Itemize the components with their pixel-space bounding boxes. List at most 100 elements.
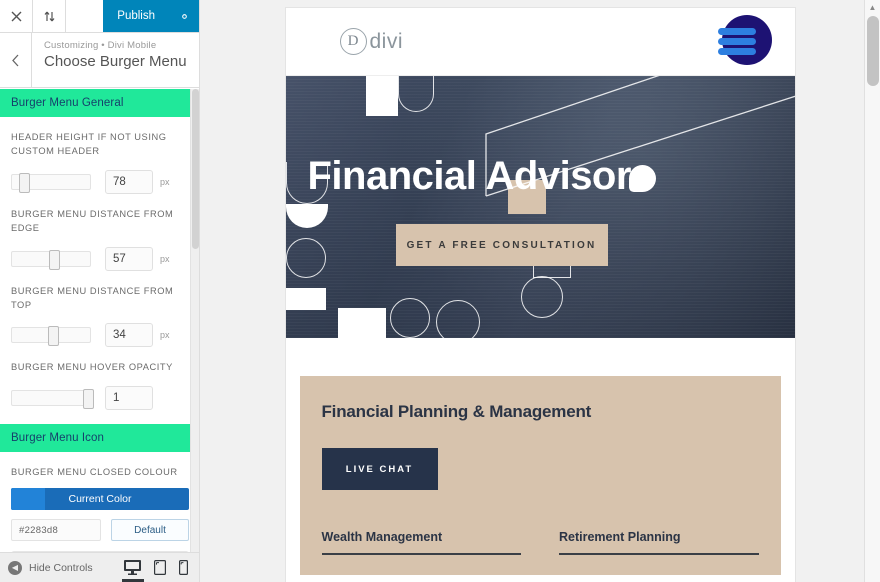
decor-block: [337, 308, 386, 338]
control-closed-colour: BURGER MENU CLOSED COLOUR Current Color …: [0, 452, 199, 552]
range-slider-distance-edge[interactable]: [11, 249, 91, 270]
hide-controls-label: Hide Controls: [29, 561, 93, 574]
sidebar-scrollbar-thumb[interactable]: [192, 89, 199, 249]
site-header: D divi: [285, 8, 795, 76]
publish-button[interactable]: Publish: [103, 0, 169, 32]
close-icon[interactable]: [0, 0, 33, 32]
section-spacer: [285, 338, 795, 376]
unit-label: px: [160, 176, 170, 187]
decor-circle: [435, 300, 480, 338]
hex-input[interactable]: #2283d8: [11, 519, 101, 542]
slider-handle[interactable]: [19, 172, 31, 193]
decor-circle: [285, 238, 326, 278]
site-logo[interactable]: D divi: [339, 28, 404, 55]
control-label: BURGER MENU DISTANCE FROM EDGE: [11, 208, 174, 234]
section-header-icon[interactable]: Burger Menu Icon: [0, 423, 199, 452]
control-label: BURGER MENU DISTANCE FROM TOP: [11, 285, 174, 311]
decor-arch: [397, 76, 434, 112]
burger-bar: [717, 37, 756, 45]
sidebar-scroll-content: Burger Menu General HEADER HEIGHT IF NOT…: [0, 89, 199, 552]
hero-cta-button[interactable]: GET A FREE CONSULTATION: [395, 224, 608, 266]
slider-handle[interactable]: [49, 249, 61, 270]
number-input-distance-top[interactable]: 34: [105, 323, 153, 348]
device-preview-switcher: [121, 560, 192, 582]
hide-controls-button[interactable]: ◀ Hide Controls: [8, 560, 93, 575]
services-section: Financial Planning & Management LIVE CHA…: [299, 376, 781, 575]
service-column: Retirement Planning: [559, 530, 759, 555]
mobile-icon[interactable]: [179, 560, 188, 575]
site-preview-area: D divi Financial Advisor GET A FREE CONS…: [200, 0, 880, 582]
live-chat-button[interactable]: LIVE CHAT: [321, 448, 438, 490]
breadcrumb: Customizing • Divi Mobile: [44, 40, 157, 51]
range-slider-header-height[interactable]: [11, 172, 91, 193]
sidebar-scrollbar[interactable]: [190, 89, 199, 552]
number-input-header-height[interactable]: 78: [105, 169, 153, 194]
control-hover-opacity: BURGER MENU HOVER OPACITY 1: [0, 347, 199, 410]
number-input-hover-opacity[interactable]: 1: [105, 385, 153, 410]
desktop-icon[interactable]: [121, 560, 144, 582]
site-frame: D divi Financial Advisor GET A FREE CONS…: [285, 8, 795, 582]
slider-row: 78 px: [11, 169, 189, 194]
slider-handle[interactable]: [47, 326, 59, 347]
burger-bar: [717, 27, 756, 35]
control-label: HEADER HEIGHT IF NOT USING CUSTOM HEADER: [11, 132, 167, 157]
default-color-button[interactable]: Default: [111, 519, 189, 542]
customizer-app: Publish Customizing • Divi Mobile Choose…: [0, 0, 880, 582]
dot-s-glyph-icon: [628, 165, 656, 192]
slider-row: 1: [11, 385, 189, 410]
page-title: Choose Burger Menu: [44, 53, 187, 70]
current-color-label: Current Color: [68, 493, 132, 506]
slider-handle[interactable]: [82, 388, 94, 409]
service-column: Wealth Management: [321, 530, 521, 555]
tablet-icon[interactable]: [154, 560, 166, 575]
sidebar-topbar: Publish: [0, 0, 199, 33]
services-columns: Wealth Management Retirement Planning: [321, 530, 759, 555]
hex-row: #2283d8 Default: [11, 519, 189, 542]
collapse-left-icon: ◀: [8, 560, 22, 575]
hero-section: Financial Advisor GET A FREE CONSULTATIO…: [285, 76, 795, 338]
service-divider: [321, 553, 521, 555]
service-divider: [559, 553, 759, 555]
publish-group: Publish: [103, 0, 199, 32]
customizer-sidebar: Publish Customizing • Divi Mobile Choose…: [0, 0, 200, 582]
unit-label: px: [160, 330, 170, 341]
control-distance-from-top: BURGER MENU DISTANCE FROM TOP 34 px: [0, 271, 199, 348]
unit-label: px: [160, 253, 170, 264]
burger-menu-icon[interactable]: [717, 14, 772, 69]
service-column-title: Wealth Management: [321, 530, 443, 544]
decor-circle: [520, 276, 563, 318]
section-header-general[interactable]: Burger Menu General: [0, 89, 199, 117]
logo-mark-icon: D: [339, 28, 367, 55]
gear-icon[interactable]: [169, 0, 199, 32]
control-label: BURGER MENU HOVER OPACITY: [11, 362, 173, 373]
control-label: BURGER MENU CLOSED COLOUR: [11, 466, 178, 477]
decor-circle: [389, 298, 430, 338]
current-color-button[interactable]: Current Color: [11, 488, 189, 511]
preview-scrollbar[interactable]: ▲: [864, 0, 880, 582]
services-title: Financial Planning & Management: [321, 402, 592, 421]
hero-title: Financial Advisor: [308, 154, 656, 199]
slider-row: 57 px: [11, 246, 189, 271]
control-header-height: HEADER HEIGHT IF NOT USING CUSTOM HEADER…: [0, 117, 199, 194]
sidebar-panel-header: Customizing • Divi Mobile Choose Burger …: [0, 33, 199, 88]
caret-up-icon[interactable]: ▲: [865, 0, 880, 15]
sidebar-footer: ◀ Hide Controls: [0, 552, 199, 582]
slider-row: 34 px: [11, 323, 189, 348]
decor-arch-filled: [285, 204, 328, 228]
range-slider-distance-top[interactable]: [11, 326, 91, 347]
service-column-title: Retirement Planning: [559, 530, 681, 544]
reorder-icon[interactable]: [33, 0, 66, 32]
sidebar-title-block: Customizing • Divi Mobile Choose Burger …: [32, 33, 187, 87]
burger-bar: [717, 47, 756, 55]
preview-scrollbar-thumb[interactable]: [867, 16, 879, 86]
range-slider-hover-opacity[interactable]: [11, 388, 94, 409]
chevron-left-icon[interactable]: [0, 33, 32, 87]
logo-text: divi: [369, 29, 404, 53]
hero-title-text: Financial Advisor: [307, 154, 632, 198]
number-input-distance-edge[interactable]: 57: [105, 246, 153, 271]
decor-block: [285, 288, 326, 310]
decor-block: [365, 76, 398, 116]
control-distance-from-edge: BURGER MENU DISTANCE FROM EDGE 57 px: [0, 194, 199, 271]
